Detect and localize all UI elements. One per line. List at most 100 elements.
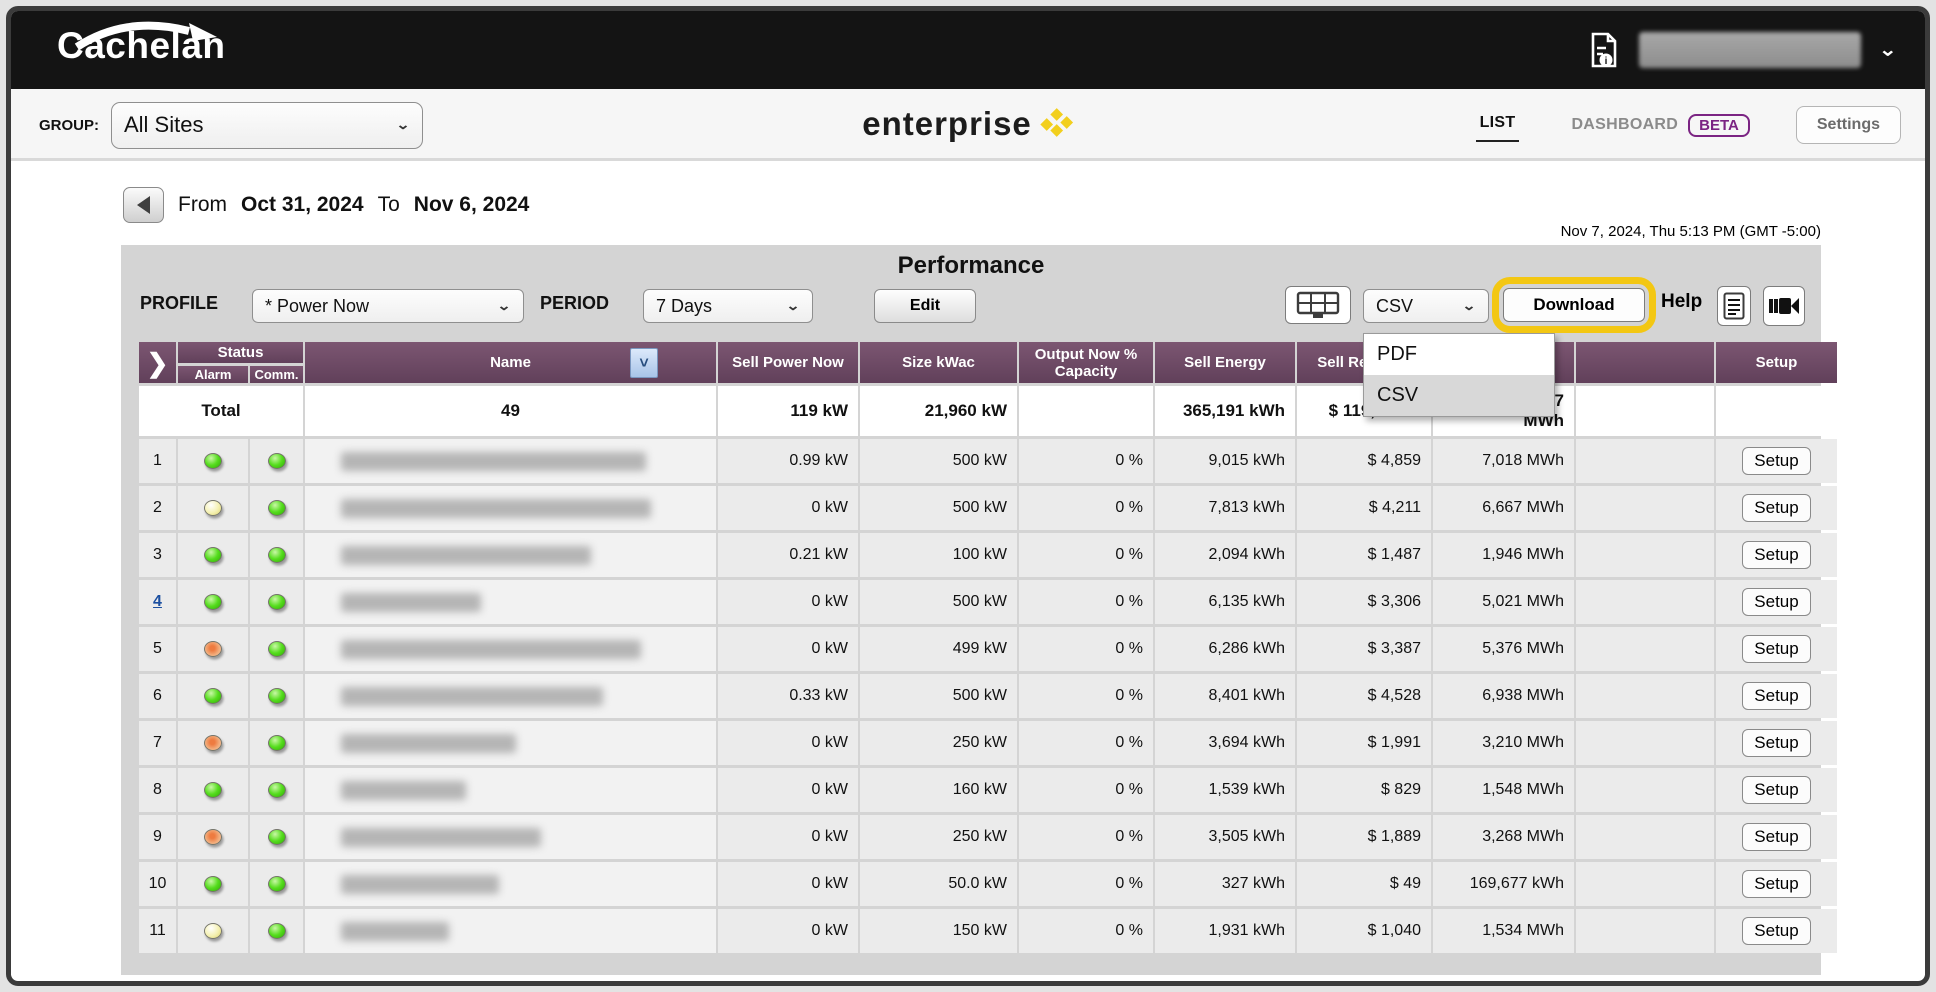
format-select[interactable]: CSV ⌄	[1363, 289, 1489, 323]
tab-list[interactable]: LIST	[1476, 108, 1520, 142]
site-name-redacted[interactable]	[305, 862, 716, 906]
comm-status-dot-green[interactable]	[268, 735, 286, 751]
alarm-status-dot-yellow[interactable]	[204, 923, 222, 939]
profile-select[interactable]: * Power Now ⌄	[252, 289, 524, 323]
account-chevron-down-icon[interactable]: ⌄	[1879, 41, 1897, 59]
comm-status-dot-green[interactable]	[268, 547, 286, 563]
site-name-redacted[interactable]	[305, 580, 716, 624]
format-option-pdf[interactable]: PDF	[1364, 334, 1554, 375]
sell-energy-header[interactable]: Sell Energy	[1155, 342, 1295, 383]
help-video-icon[interactable]	[1763, 286, 1805, 326]
alarm-subheader[interactable]: Alarm	[178, 366, 248, 383]
redacted-name-blur	[341, 546, 591, 565]
sell-revenue-cell: $ 1,991	[1297, 721, 1431, 765]
sell-energy-cell: 6,135 kWh	[1155, 580, 1295, 624]
setup-button[interactable]: Setup	[1742, 729, 1810, 757]
alarm-status-cell	[178, 909, 248, 953]
table-row: 30.21 kW100 kW0 %2,094 kWh$ 1,4871,946 M…	[139, 533, 1837, 577]
sell-power-now-cell: 0 kW	[718, 862, 858, 906]
alarm-status-dot-green[interactable]	[204, 453, 222, 469]
site-name-redacted[interactable]	[305, 533, 716, 577]
name-sort-dropdown-icon[interactable]: ˅	[630, 348, 658, 378]
alarm-status-dot-orange[interactable]	[204, 735, 222, 751]
sell-energy-cell: 3,505 kWh	[1155, 815, 1295, 859]
setup-button[interactable]: Setup	[1742, 917, 1810, 945]
alarm-status-dot-yellow[interactable]	[204, 500, 222, 516]
period-select[interactable]: 7 Days ⌄	[643, 289, 813, 323]
output-now-header[interactable]: Output Now % Capacity	[1019, 342, 1153, 383]
setup-button[interactable]: Setup	[1742, 541, 1810, 569]
help-document-icon[interactable]	[1717, 286, 1751, 326]
comm-status-dot-green[interactable]	[268, 876, 286, 892]
sell-energy-cell: 1,931 kWh	[1155, 909, 1295, 953]
site-name-redacted[interactable]	[305, 815, 716, 859]
setup-button[interactable]: Setup	[1742, 588, 1810, 616]
site-name-redacted[interactable]	[305, 721, 716, 765]
alarm-status-dot-green[interactable]	[204, 782, 222, 798]
lifetime-cell: 7,018 MWh	[1433, 439, 1574, 483]
from-label: From	[178, 193, 227, 217]
sell-power-now-header[interactable]: Sell Power Now	[718, 342, 858, 383]
alarm-status-dot-orange[interactable]	[204, 641, 222, 657]
comm-status-cell	[250, 439, 303, 483]
row-number-link[interactable]: 4	[139, 580, 176, 624]
comm-status-dot-green[interactable]	[268, 923, 286, 939]
format-option-csv[interactable]: CSV	[1364, 375, 1554, 416]
from-date[interactable]: Oct 31, 2024	[241, 193, 364, 217]
setup-button[interactable]: Setup	[1742, 447, 1810, 475]
blank-cell	[1576, 721, 1714, 765]
comm-status-dot-green[interactable]	[268, 641, 286, 657]
setup-button[interactable]: Setup	[1742, 682, 1810, 710]
site-name-redacted[interactable]	[305, 909, 716, 953]
size-kwac-cell: 499 kW	[860, 627, 1017, 671]
expand-column-header[interactable]: ❯	[139, 342, 176, 383]
site-name-redacted[interactable]	[305, 627, 716, 671]
alarm-status-dot-green[interactable]	[204, 594, 222, 610]
table-view-icon[interactable]	[1285, 286, 1351, 324]
setup-button[interactable]: Setup	[1742, 870, 1810, 898]
comm-status-dot-green[interactable]	[268, 594, 286, 610]
site-name-redacted[interactable]	[305, 486, 716, 530]
sell-revenue-cell: $ 1,487	[1297, 533, 1431, 577]
alarm-status-cell	[178, 486, 248, 530]
format-select-value: CSV	[1376, 296, 1413, 317]
tab-dashboard[interactable]: DASHBOARD	[1571, 116, 1678, 134]
edit-button[interactable]: Edit	[874, 289, 976, 323]
alarm-status-dot-green[interactable]	[204, 876, 222, 892]
redacted-name-blur	[341, 687, 603, 706]
arrow-left-icon	[137, 196, 150, 214]
sell-power-now-cell: 0 kW	[718, 768, 858, 812]
comm-status-dot-green[interactable]	[268, 688, 286, 704]
document-info-icon[interactable]: i	[1587, 30, 1621, 70]
site-name-redacted[interactable]	[305, 768, 716, 812]
previous-period-button[interactable]	[123, 187, 164, 223]
size-kwac-cell: 500 kW	[860, 486, 1017, 530]
name-header[interactable]: Name ˅	[305, 342, 716, 383]
comm-status-dot-green[interactable]	[268, 829, 286, 845]
comm-status-dot-green[interactable]	[268, 453, 286, 469]
size-kwac-header[interactable]: Size kWac	[860, 342, 1017, 383]
row-number: 8	[139, 768, 176, 812]
comm-subheader[interactable]: Comm.	[250, 366, 303, 383]
setup-button[interactable]: Setup	[1742, 776, 1810, 804]
setup-button[interactable]: Setup	[1742, 494, 1810, 522]
group-select[interactable]: All Sites ⌄	[111, 102, 423, 149]
setup-button[interactable]: Setup	[1742, 635, 1810, 663]
table-row: 80 kW160 kW0 %1,539 kWh$ 8291,548 MWhSet…	[139, 768, 1837, 812]
download-button[interactable]: Download	[1503, 288, 1645, 322]
row-number: 3	[139, 533, 176, 577]
alarm-status-dot-green[interactable]	[204, 547, 222, 563]
setup-button[interactable]: Setup	[1742, 823, 1810, 851]
comm-status-dot-green[interactable]	[268, 782, 286, 798]
account-name-redacted[interactable]	[1639, 32, 1861, 68]
to-date[interactable]: Nov 6, 2024	[414, 193, 530, 217]
site-name-redacted[interactable]	[305, 674, 716, 718]
alarm-status-dot-orange[interactable]	[204, 829, 222, 845]
alarm-status-dot-green[interactable]	[204, 688, 222, 704]
settings-button[interactable]: Settings	[1796, 106, 1901, 144]
site-name-redacted[interactable]	[305, 439, 716, 483]
sell-power-now-cell: 0 kW	[718, 580, 858, 624]
redacted-name-blur	[341, 499, 651, 518]
comm-status-dot-green[interactable]	[268, 500, 286, 516]
output-capacity-cell: 0 %	[1019, 768, 1153, 812]
